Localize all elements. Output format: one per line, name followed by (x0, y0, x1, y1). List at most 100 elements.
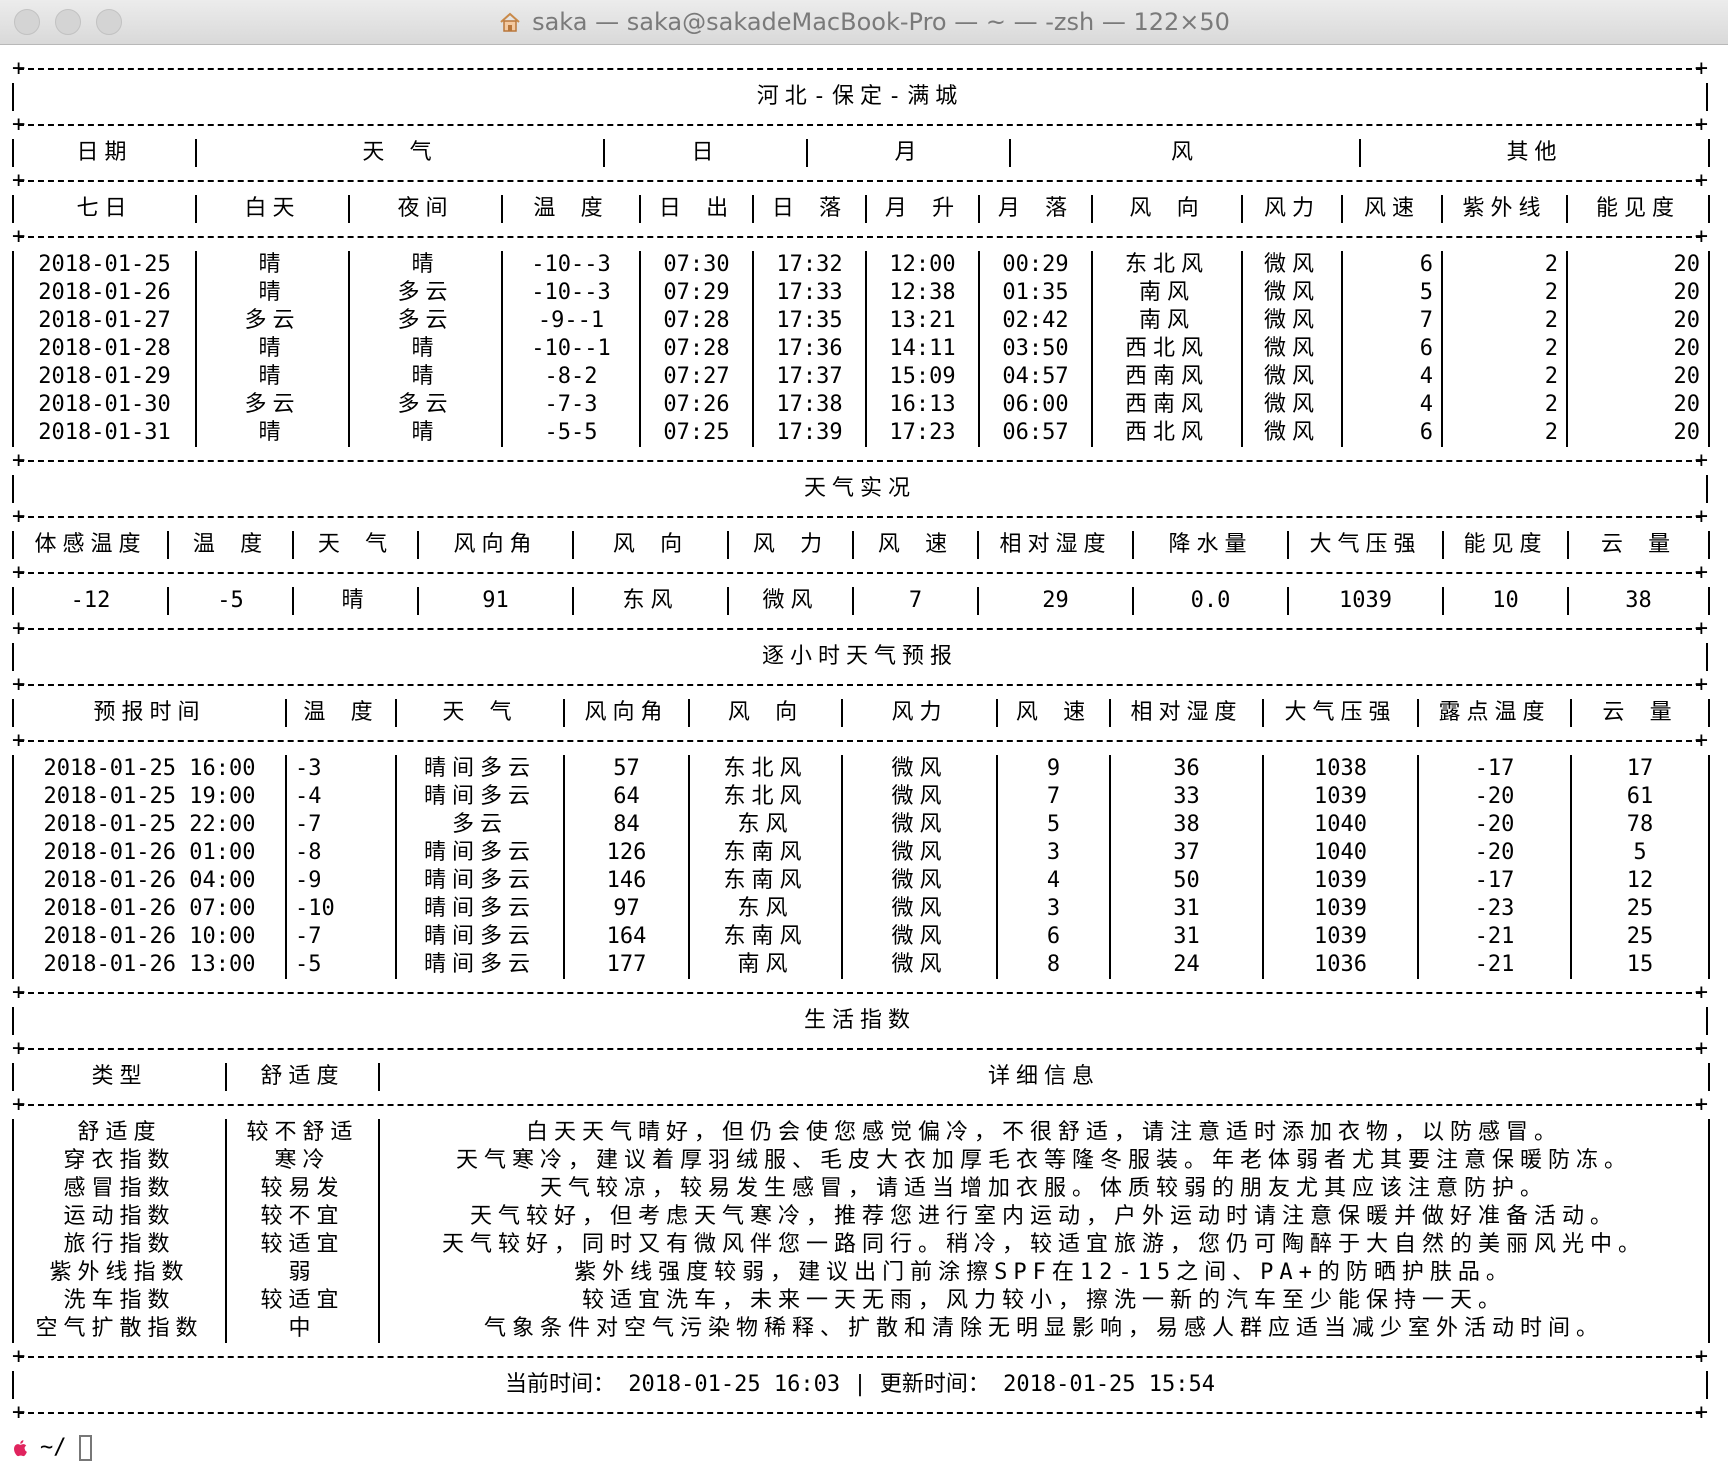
table-cell: 91 (417, 587, 573, 615)
table-cell: 177 (563, 951, 689, 979)
table-cell: 3 (996, 895, 1110, 923)
table-cell: 天气寒冷，建议着厚羽绒服、毛皮大衣加厚毛衣等隆冬服装。年老体弱者尤其要注意保暖防… (378, 1147, 1710, 1175)
table-cell: 多云 (395, 811, 564, 839)
table-cell: -8-2 (501, 363, 640, 391)
table-cell: 126 (563, 839, 689, 867)
table-cell: 东风 (688, 895, 842, 923)
table-row: 2018-01-25 22:00 -7 多云 84 东风 微风 5 38 1040 -20 78 (12, 811, 1710, 839)
table-cell: 2 (1441, 419, 1567, 447)
table-cell: 微风 (841, 839, 997, 867)
table-cell: -10 (285, 895, 396, 923)
column-header: 相对湿度 (977, 531, 1133, 559)
table-cell: 2018-01-26 04:00 (12, 867, 286, 895)
table-row: 舒适度 较不舒适 白天天气晴好，但仍会使您感觉偏冷，不很舒适，请注意适时添加衣物，以… (12, 1119, 1710, 1147)
table-row: 2018-01-26 04:00 -9 晴间多云 146 东南风 微风 4 50 1039 -17… (12, 867, 1710, 895)
table-cell: 2018-01-26 10:00 (12, 923, 286, 951)
table-cell: 25 (1570, 923, 1710, 951)
table-cell: 38 (1109, 811, 1263, 839)
close-button[interactable] (14, 9, 40, 35)
column-group-header: 其他 (1359, 139, 1710, 167)
life-title-row: 生活指数 (12, 1007, 1708, 1035)
table-cell: 2 (1441, 279, 1567, 307)
table-cell: 07:29 (639, 279, 753, 307)
table-cell: 0.0 (1132, 587, 1288, 615)
column-header: 露点温度 (1417, 699, 1571, 727)
table-cell: 17:38 (752, 391, 866, 419)
table-row: 2018-01-28 晴晴 -10--1 07:28 17:36 14:11 03:50 西北… (12, 335, 1710, 363)
footer-row: 当前时间： 2018-01-25 16:03 | 更新时间： 2018-01-2… (12, 1371, 1708, 1399)
minimize-button[interactable] (55, 9, 81, 35)
zoom-button[interactable] (96, 9, 122, 35)
table-cell: 微风 (841, 923, 997, 951)
table-cell: 07:28 (639, 335, 753, 363)
table-cell: 24 (1109, 951, 1263, 979)
table-cell: 1039 (1287, 587, 1443, 615)
column-header: 相对湿度 (1109, 699, 1263, 727)
hourly-title-row: 逐小时天气预报 (12, 643, 1708, 671)
table-cell: 6 (1341, 419, 1442, 447)
table-cell: 微风 (1241, 279, 1342, 307)
column-group-header: 天 气 (195, 139, 604, 167)
column-header: 七日 (12, 195, 196, 223)
column-header: 夜间 (348, 195, 502, 223)
table-cell: 舒适度 (12, 1119, 226, 1147)
table-cell: 紫外线强度较弱，建议出门前涂擦SPF在12-15之间、PA+的防晒护肤品。 (378, 1259, 1710, 1287)
window-controls (14, 9, 122, 35)
column-header: 月 升 (865, 195, 979, 223)
table-cell: 微风 (1241, 363, 1342, 391)
table-cell: 东南风 (688, 923, 842, 951)
terminal-content[interactable]: + 河北-保定-满城 + 日期天 气日月风其他 + 七日白天夜间温 度日 出日 … (0, 44, 1728, 1463)
divider: + (12, 167, 1708, 195)
table-row: 2018-01-27 多云 多云 -9--1 07:28 17:35 13:21 02:42 南… (12, 307, 1710, 335)
column-header: 月 落 (978, 195, 1092, 223)
divider: + (12, 671, 1708, 699)
text-cursor[interactable] (78, 1435, 92, 1461)
table-cell: 1039 (1262, 783, 1418, 811)
table-cell: 5 (996, 811, 1110, 839)
table-cell: 西南风 (1091, 391, 1242, 419)
table-cell: 2018-01-28 (12, 335, 196, 363)
table-cell: 晴 (195, 335, 349, 363)
table-cell: 晴 (195, 419, 349, 447)
table-cell: 多云 (348, 279, 502, 307)
table-row: 2018-01-26 晴多云 -10--3 07:29 17:33 12:38 01:35 南… (12, 279, 1710, 307)
column-header: 详细信息 (378, 1063, 1710, 1091)
table-cell: 2018-01-25 22:00 (12, 811, 286, 839)
table-cell: 16:13 (865, 391, 979, 419)
table-cell: 晴间多云 (395, 923, 564, 951)
forecast-group-header: 日期天 气日月风其他 (12, 139, 1710, 167)
column-header: 降水量 (1132, 531, 1288, 559)
column-header: 天 气 (292, 531, 418, 559)
table-cell: 07:28 (639, 307, 753, 335)
table-cell: 多云 (195, 307, 349, 335)
divider: + (12, 111, 1708, 139)
table-cell: -10--3 (501, 279, 640, 307)
table-cell: 晴间多云 (395, 895, 564, 923)
column-header: 风 向 (572, 531, 728, 559)
table-cell: 31 (1109, 923, 1263, 951)
table-cell: 12:38 (865, 279, 979, 307)
divider: + (12, 447, 1708, 475)
divider: + (12, 1091, 1708, 1119)
table-cell: 20 (1566, 307, 1710, 335)
current-title: 天气实况 (12, 475, 1708, 503)
table-cell: 晴 (348, 419, 502, 447)
table-cell: 东风 (688, 811, 842, 839)
shell-prompt[interactable]: ~/ (12, 1433, 1728, 1463)
forecast-table: 七日 白天 夜间温 度日 出日 落月 升月 落风 向风力 风速 紫外线 能见度 (12, 195, 1710, 223)
table-cell: 8 (996, 951, 1110, 979)
table-cell: 西南风 (1091, 363, 1242, 391)
table-cell: 旅行指数 (12, 1231, 226, 1259)
home-icon (500, 12, 520, 32)
table-cell: 84 (563, 811, 689, 839)
title-bar[interactable]: saka — saka@sakadeMacBook-Pro — ~ — -zsh… (0, 0, 1728, 45)
table-cell: 弱 (225, 1259, 379, 1287)
table-row: 2018-01-30 多云 多云 -7-3 07:26 17:38 16:13 06:00 西南… (12, 391, 1710, 419)
column-header: 风 力 (727, 531, 853, 559)
table-cell: 较适宜 (225, 1287, 379, 1315)
forecast-rows: 2018-01-25 晴晴 -10--3 07:30 17:32 12:00 00:29 东北… (12, 251, 1710, 447)
table-cell: 2018-01-26 13:00 (12, 951, 286, 979)
table-cell: 31 (1109, 895, 1263, 923)
table-cell: 晴 (348, 335, 502, 363)
column-header: 大气压强 (1287, 531, 1443, 559)
